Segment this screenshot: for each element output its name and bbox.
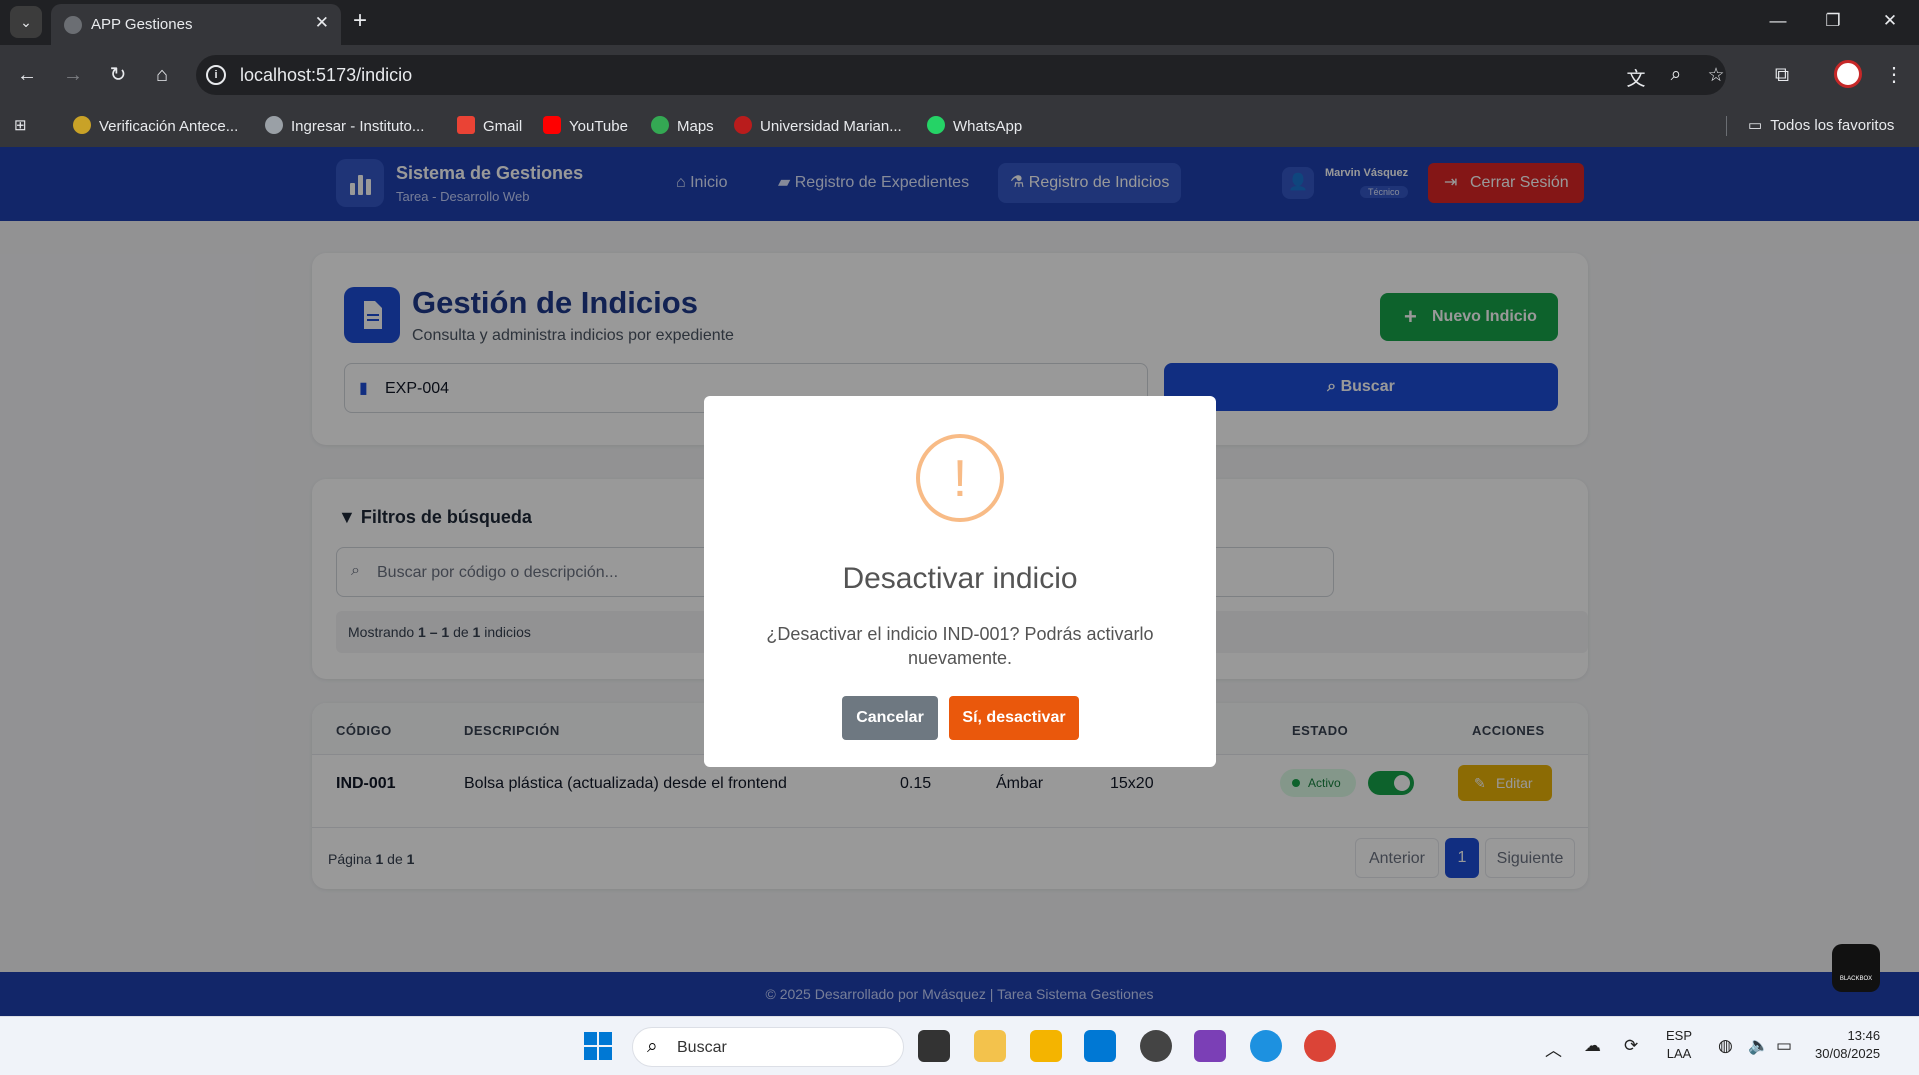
warning-icon: ! [916, 434, 1004, 522]
clock[interactable]: 13:46 30/08/2025 [1815, 1027, 1880, 1063]
university-icon [734, 116, 752, 134]
address-bar[interactable]: i localhost:5173/indicio 文 ⌕ ☆ [196, 55, 1726, 95]
app-icon[interactable] [1140, 1030, 1172, 1062]
bookmark-maps[interactable]: Maps [651, 116, 714, 135]
maps-pin-icon [651, 116, 669, 134]
search-icon: ⌕ [647, 1036, 658, 1057]
url-text: localhost:5173/indicio [240, 65, 413, 85]
volume-icon[interactable]: 🔈 [1748, 1036, 1769, 1056]
zoom-icon[interactable]: ⌕ [1663, 64, 1689, 86]
bookmark-star-icon[interactable]: ☆ [1703, 64, 1729, 87]
seal-icon [73, 116, 91, 134]
youtube-icon [543, 116, 561, 134]
sync-icon[interactable]: ⟳ [1624, 1036, 1638, 1056]
bookmark-universidad[interactable]: Universidad Marian... [734, 116, 902, 135]
confirm-deactivate-button[interactable]: Sí, desactivar [949, 696, 1079, 740]
language-indicator[interactable]: ESP LAA [1666, 1027, 1692, 1063]
folder-icon: ▭ [1748, 117, 1763, 134]
home-button[interactable]: ⌂ [147, 60, 177, 90]
whatsapp-icon [927, 116, 945, 134]
back-button[interactable]: ← [12, 60, 42, 90]
new-tab-button[interactable]: + [353, 6, 367, 36]
bookmarks-divider [1726, 116, 1727, 136]
taskbar-search[interactable]: ⌕ Buscar [632, 1027, 904, 1067]
tab-close-icon[interactable]: ✕ [315, 13, 329, 33]
minimize-button[interactable]: — [1758, 6, 1798, 36]
reload-button[interactable]: ↻ [103, 60, 133, 90]
network-icon[interactable]: ◍ [1718, 1036, 1733, 1056]
gmail-icon [457, 116, 475, 134]
docker-icon[interactable] [1250, 1030, 1282, 1062]
confirm-dialog: ! Desactivar indicio ¿Desactivar el indi… [704, 396, 1216, 767]
app-viewport: Sistema de Gestiones Tarea - Desarrollo … [0, 147, 1919, 1016]
dialog-message: ¿Desactivar el indicio IND-001? Podrás a… [766, 624, 1154, 668]
task-view-icon[interactable] [918, 1030, 950, 1062]
all-bookmarks[interactable]: ▭ Todos los favoritos [1748, 116, 1894, 134]
battery-icon[interactable]: ▭ [1776, 1036, 1792, 1056]
forward-button[interactable]: → [58, 60, 88, 90]
browser-tab-strip: ⌄ APP Gestiones ✕ + — ❐ ✕ [0, 0, 1919, 45]
bookmarks-bar: ⊞ Verificación Antece... Ingresar - Inst… [0, 105, 1919, 147]
cancel-button[interactable]: Cancelar [842, 696, 938, 740]
globe-icon [265, 116, 283, 134]
browser-tab[interactable]: APP Gestiones ✕ [51, 4, 341, 45]
bookmark-verificacion[interactable]: Verificación Antece... [73, 116, 238, 135]
bookmark-youtube[interactable]: YouTube [543, 116, 628, 135]
bookmark-gmail[interactable]: Gmail [457, 116, 522, 135]
extensions-icon[interactable]: ⧉ [1767, 60, 1797, 90]
tab-title: APP Gestiones [91, 16, 193, 33]
apps-grid-icon[interactable]: ⊞ [14, 116, 27, 134]
onedrive-icon[interactable]: ☁ [1584, 1036, 1601, 1056]
windows-taskbar: ⌕ Buscar ︿ ☁ ⟳ ESP LAA ◍ 🔈 ▭ 13:46 30/08/2… [0, 1016, 1919, 1075]
globe-icon [64, 16, 82, 34]
windows-start-icon[interactable] [584, 1032, 612, 1060]
tray-expand-icon[interactable]: ︿ [1545, 1036, 1562, 1061]
file-explorer-icon[interactable] [1030, 1030, 1062, 1062]
vscode-icon[interactable] [1084, 1030, 1116, 1062]
visual-studio-icon[interactable] [1194, 1030, 1226, 1062]
bookmark-instituto[interactable]: Ingresar - Instituto... [265, 116, 424, 135]
taskbar-search-text: Buscar [677, 1039, 727, 1056]
dialog-title: Desactivar indicio [842, 562, 1078, 595]
browser-menu-icon[interactable]: ⋮ [1879, 60, 1909, 90]
restore-button[interactable]: ❐ [1813, 6, 1853, 36]
browser-toolbar: ← → ↻ ⌂ i localhost:5173/indicio 文 ⌕ ☆ ⧉… [0, 45, 1919, 105]
site-info-icon[interactable]: i [206, 65, 226, 85]
close-window-button[interactable]: ✕ [1870, 6, 1910, 36]
chrome-icon[interactable] [1304, 1030, 1336, 1062]
tab-search-button[interactable]: ⌄ [10, 6, 42, 38]
paint-icon[interactable] [974, 1030, 1006, 1062]
bookmark-whatsapp[interactable]: WhatsApp [927, 116, 1022, 135]
blackbox-widget[interactable]: BLACKBOX [1832, 944, 1880, 992]
translate-icon[interactable]: 文 [1623, 64, 1649, 91]
profile-avatar[interactable] [1834, 60, 1862, 88]
